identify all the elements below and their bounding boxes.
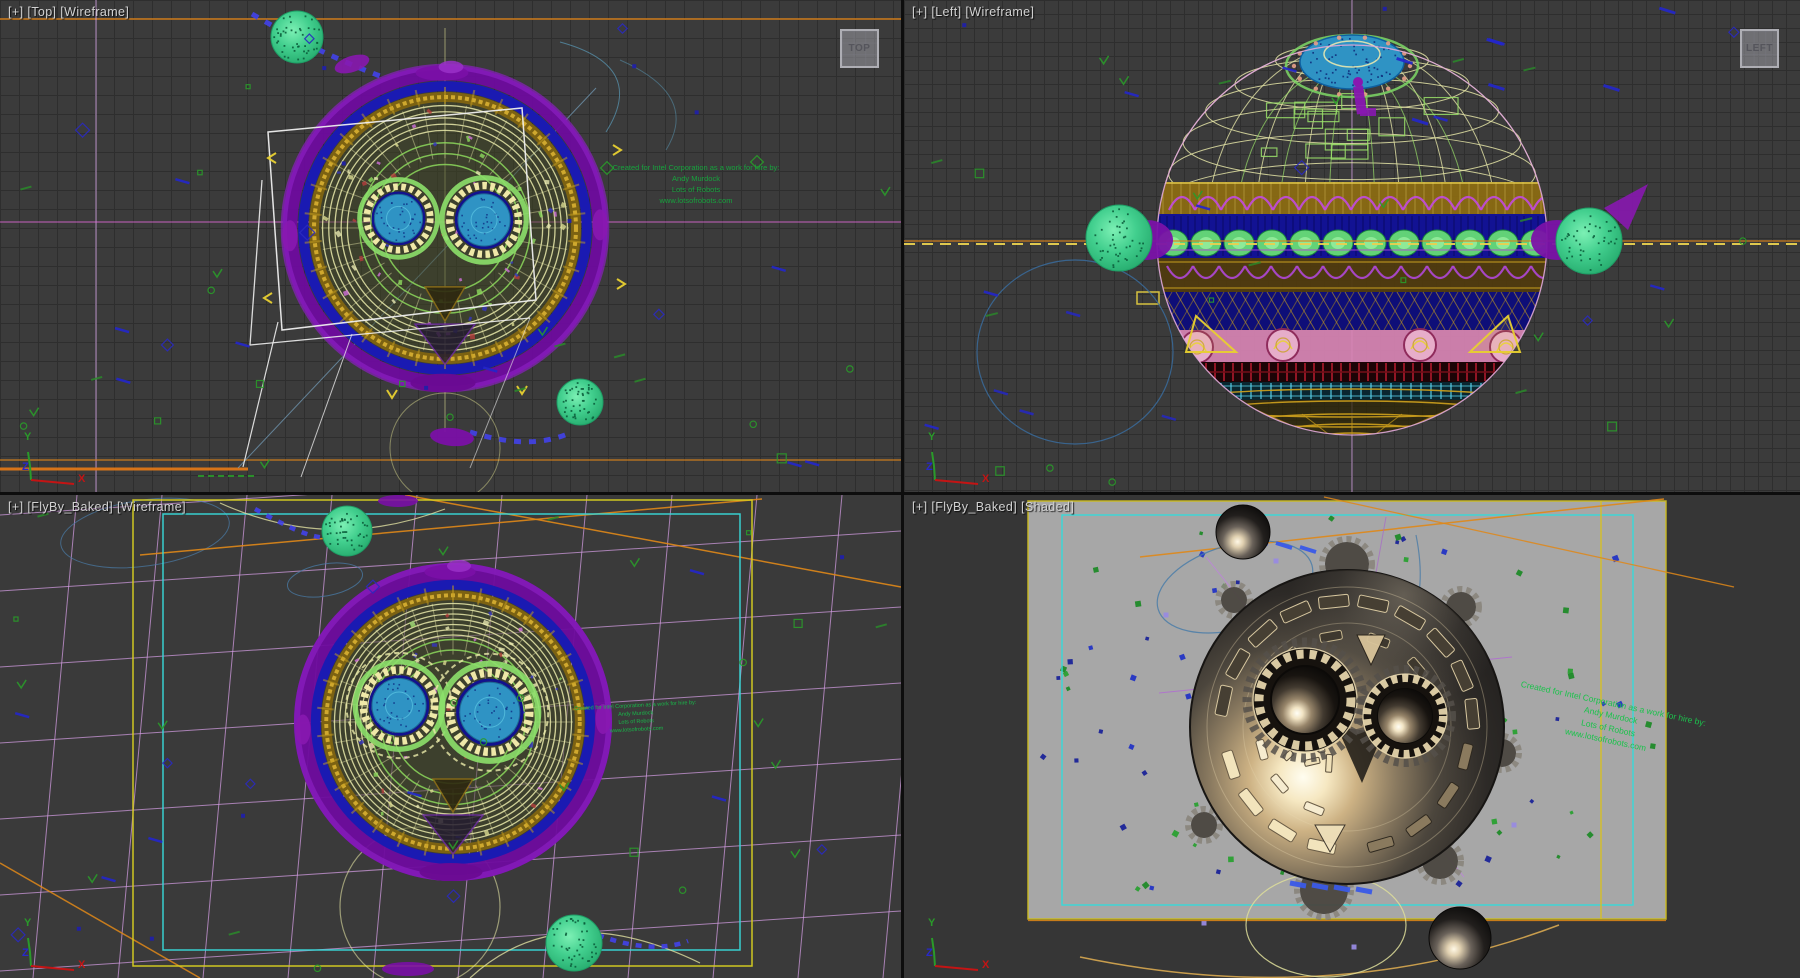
viewport-label-flyby-shaded[interactable]: [+] [FlyBy_Baked] [Shaded] (912, 500, 1074, 514)
svg-text:Z: Z (926, 947, 933, 959)
viewport-top[interactable]: [+] [Top] [Wireframe] TOP Created for In… (0, 0, 901, 492)
axis-tripod-icon: Y X Z (14, 426, 94, 488)
viewport-label-left[interactable]: [+] [Left] [Wireframe] (912, 5, 1034, 19)
viewport-quad-layout: [+] [Top] [Wireframe] TOP Created for In… (0, 0, 1800, 978)
viewport-flyby-shaded[interactable]: [+] [FlyBy_Baked] [Shaded] Created for I… (904, 495, 1800, 978)
svg-text:Z: Z (22, 947, 29, 959)
viewcube-icon[interactable]: TOP (840, 29, 879, 68)
viewport-label-top[interactable]: [+] [Top] [Wireframe] (8, 5, 129, 19)
viewport-left[interactable]: [+] [Left] [Wireframe] LEFT Y X Z (904, 0, 1800, 492)
svg-text:X: X (78, 473, 86, 485)
svg-text:X: X (982, 959, 990, 971)
svg-text:X: X (78, 959, 86, 971)
scene-top-wireframe (0, 0, 901, 492)
viewport-flyby-wireframe[interactable]: [+] [FlyBy_Baked] [Wireframe] Created fo… (0, 495, 901, 978)
svg-text:Y: Y (928, 917, 936, 929)
svg-text:Y: Y (928, 431, 936, 443)
svg-text:Y: Y (24, 431, 32, 443)
viewcube-icon[interactable]: LEFT (1740, 29, 1779, 68)
axis-tripod-icon: Y X Z (918, 426, 998, 488)
svg-text:Z: Z (926, 461, 933, 473)
svg-text:Y: Y (24, 917, 32, 929)
scene-flyby-wireframe (0, 495, 901, 978)
svg-text:X: X (982, 473, 990, 485)
scene-flyby-shaded (904, 495, 1800, 978)
svg-text:Z: Z (22, 461, 29, 473)
scene-left-wireframe (904, 0, 1800, 492)
axis-tripod-icon: Y X Z (918, 912, 998, 974)
viewport-label-flyby-wireframe[interactable]: [+] [FlyBy_Baked] [Wireframe] (8, 500, 186, 514)
axis-tripod-icon: Y X Z (14, 912, 94, 974)
